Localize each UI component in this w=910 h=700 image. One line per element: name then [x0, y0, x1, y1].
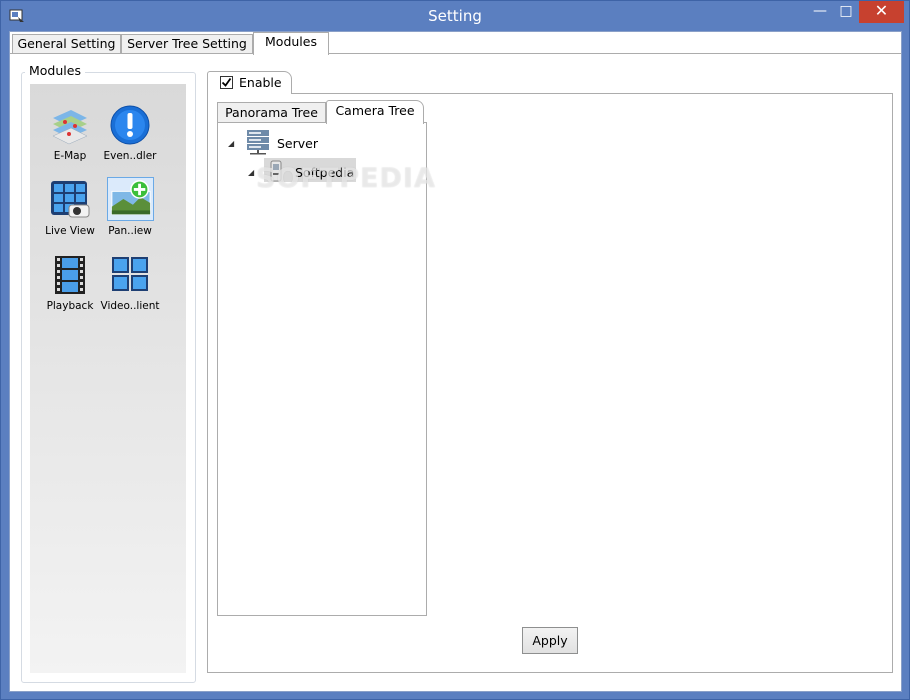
- module-label: Video..lient: [100, 300, 160, 312]
- close-button[interactable]: ✕: [859, 1, 904, 23]
- modules-group-caption: Modules: [25, 63, 85, 78]
- tab-server-tree-setting[interactable]: Server Tree Setting: [121, 34, 253, 54]
- module-live-view[interactable]: Live View: [42, 179, 98, 247]
- setting-window: Setting — □ ✕ General Setting Server Tre…: [0, 0, 910, 700]
- maximize-button[interactable]: □: [833, 1, 859, 23]
- expand-arrow-icon[interactable]: ◢: [248, 168, 254, 177]
- playback-icon: [55, 256, 85, 294]
- module-label: E-Map: [53, 150, 87, 162]
- tree-node-server[interactable]: Server: [277, 136, 318, 151]
- module-e-map[interactable]: E-Map: [42, 104, 98, 172]
- apply-button[interactable]: Apply: [522, 627, 578, 654]
- dialog-body: General Setting Server Tree Setting Modu…: [9, 31, 902, 692]
- module-label: Live View: [45, 225, 95, 237]
- module-video-client[interactable]: Video..lient: [101, 254, 159, 322]
- module-panorama-view[interactable]: Pan..iew: [102, 177, 158, 247]
- window-title: Setting: [428, 7, 482, 25]
- server-icon: [247, 130, 269, 155]
- checkmark-icon: [221, 77, 232, 87]
- module-label: Pan..iew: [108, 225, 152, 237]
- enable-tab[interactable]: Enable: [207, 71, 292, 94]
- modules-list: E-Map Even..dler Live View Pan..iew Play…: [30, 84, 186, 673]
- enable-checkbox[interactable]: [220, 76, 233, 89]
- tab-general-setting[interactable]: General Setting: [12, 34, 121, 54]
- minimize-button[interactable]: —: [807, 1, 833, 23]
- enable-label: Enable: [239, 75, 282, 90]
- module-label: Playback: [46, 300, 94, 312]
- title-bar[interactable]: Setting — □ ✕: [1, 1, 909, 31]
- live-view-icon: [51, 181, 90, 218]
- expand-arrow-icon[interactable]: ◢: [228, 139, 234, 148]
- main-tabstrip: General Setting Server Tree Setting Modu…: [10, 32, 903, 55]
- tab-panorama-tree[interactable]: Panorama Tree: [217, 102, 326, 123]
- device-icon: [270, 160, 282, 182]
- tree-node-softpedia[interactable]: Softpedia: [295, 165, 354, 180]
- tab-camera-tree[interactable]: Camera Tree: [326, 100, 424, 124]
- module-label: Even..dler: [103, 150, 157, 162]
- panorama-view-icon: [107, 177, 154, 221]
- camera-tree-view: ◢ Server ◢ Softpedia SOFTPEDIA: [217, 122, 435, 616]
- event-handler-icon: [110, 105, 150, 145]
- tabstrip-divider: [10, 53, 901, 54]
- video-client-icon: [112, 257, 148, 291]
- tab-modules[interactable]: Modules: [253, 32, 329, 55]
- module-event-handler[interactable]: Even..dler: [102, 104, 158, 172]
- map-icon: [52, 110, 88, 145]
- module-playback[interactable]: Playback: [42, 254, 98, 322]
